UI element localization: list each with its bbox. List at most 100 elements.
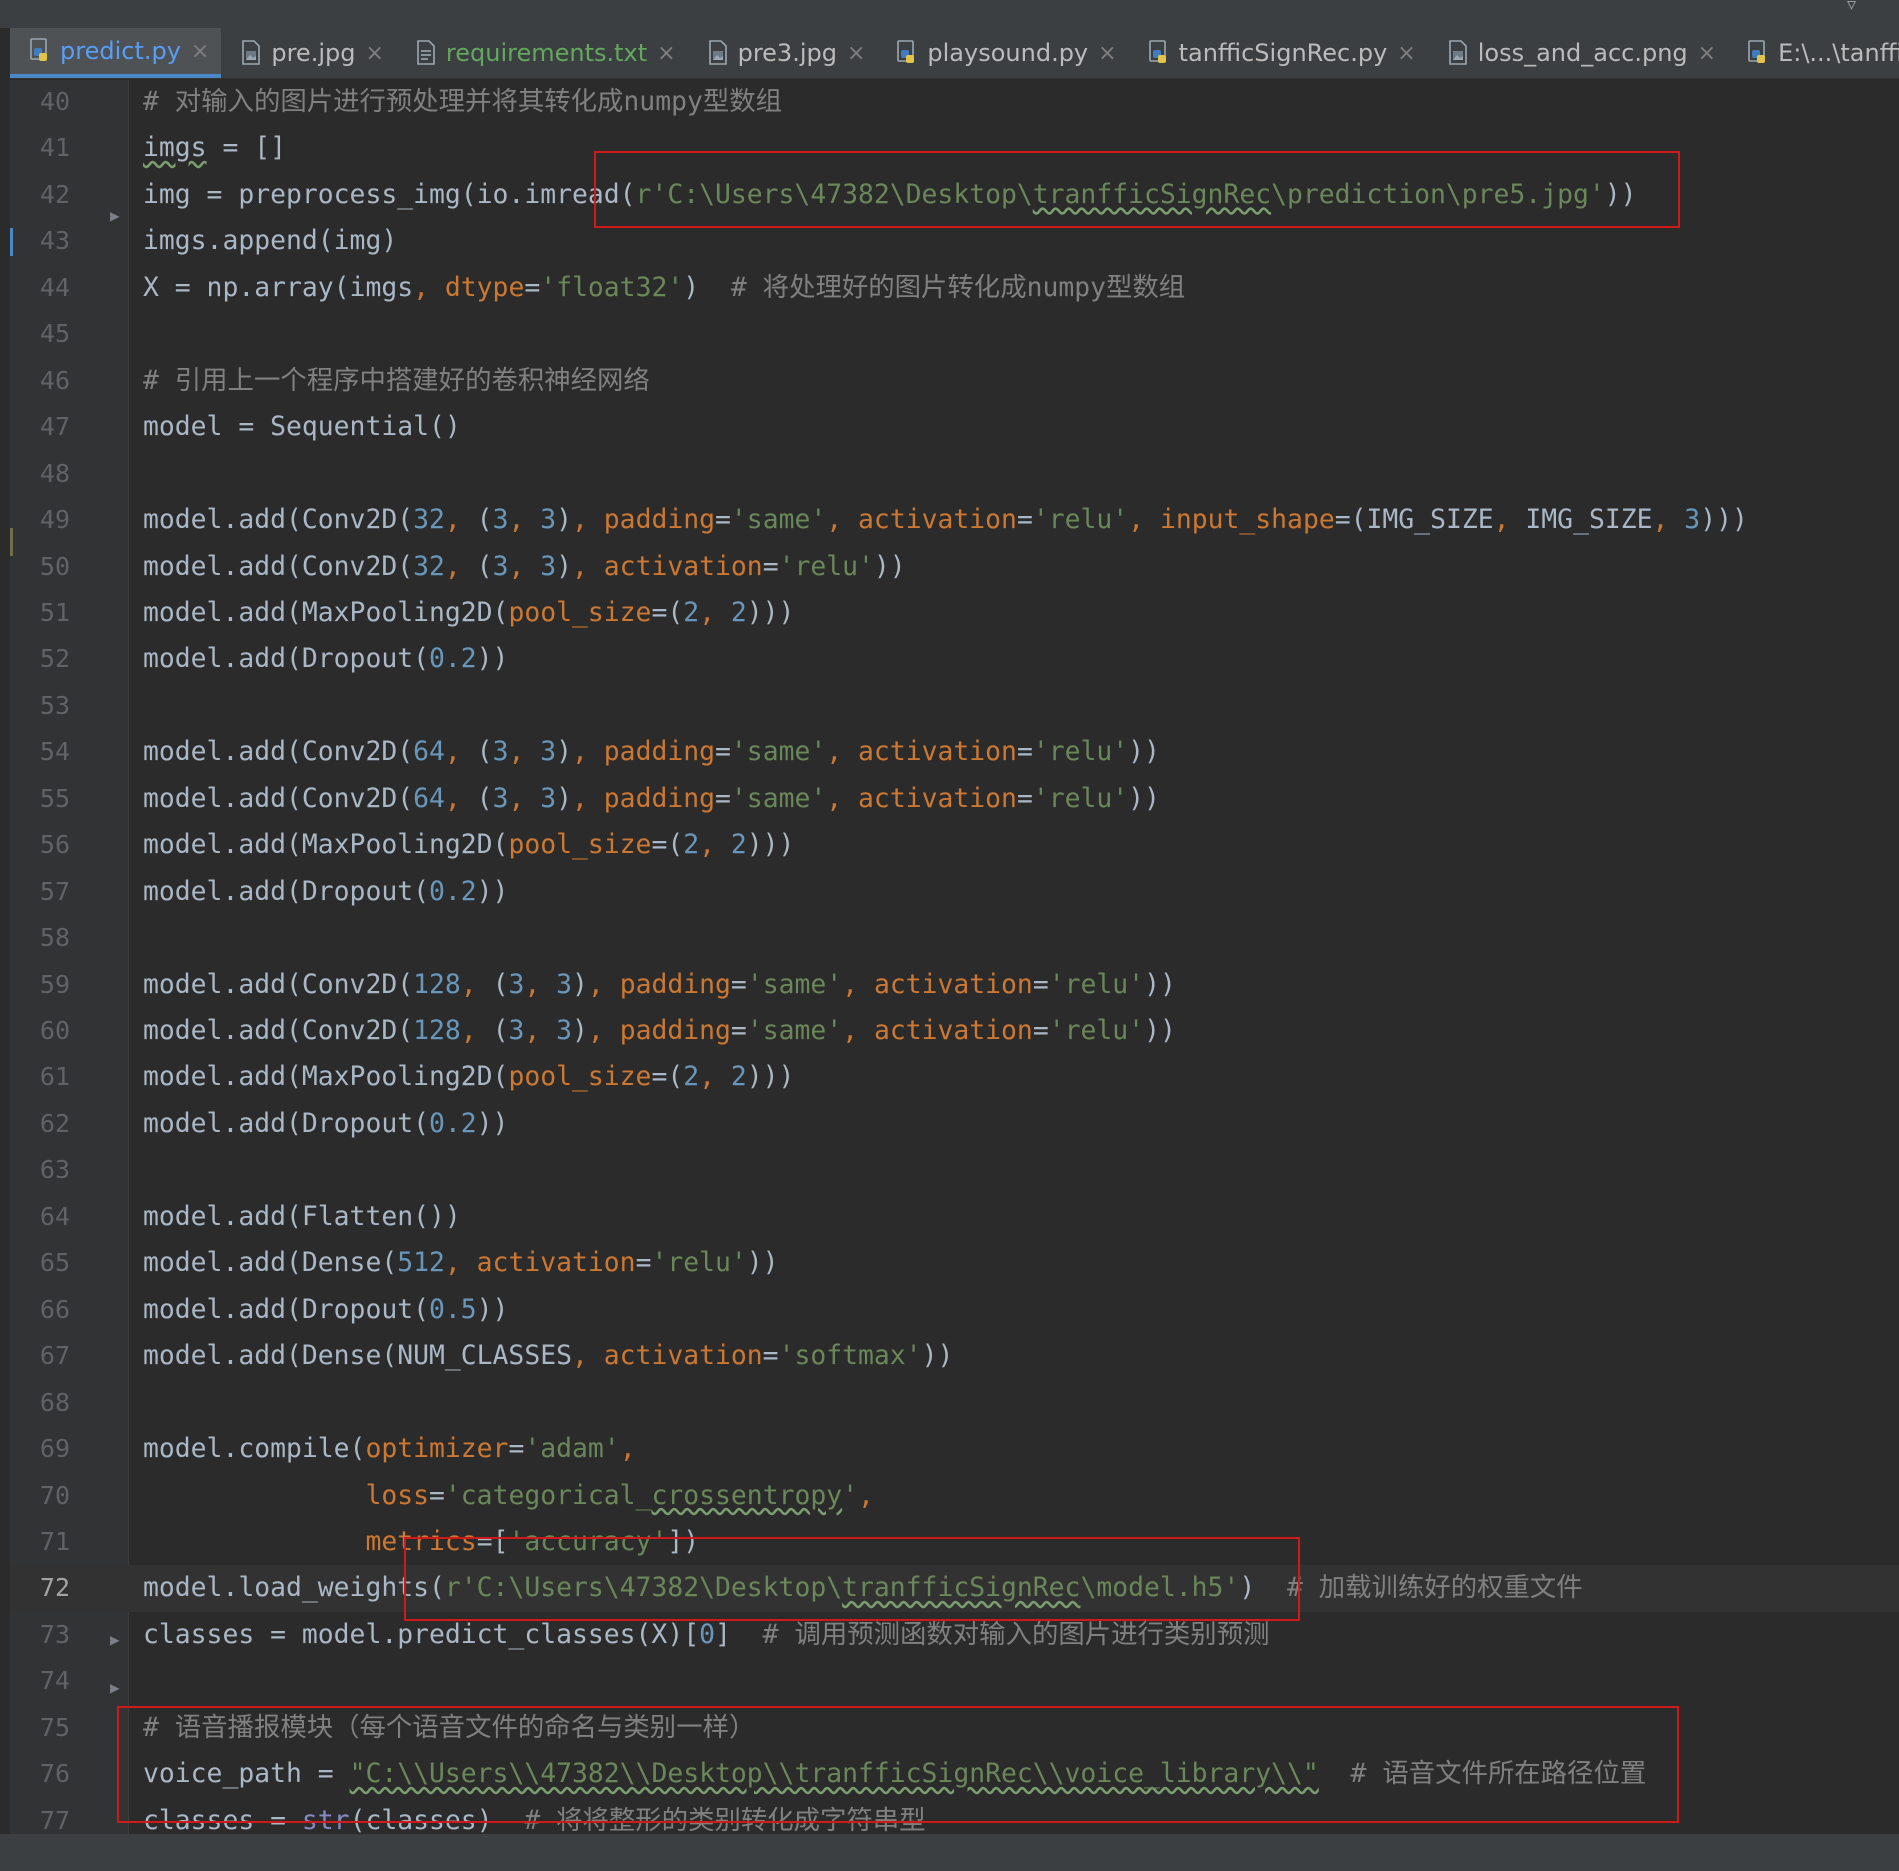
code-line[interactable]: 69 model.compile(optimizer='adam', (10, 1426, 1899, 1472)
code-text[interactable]: model.add(Conv2D(32, (3, 3), padding='sa… (143, 497, 1748, 543)
line-number: 63 (39, 1155, 70, 1185)
code-line[interactable]: 60 model.add(Conv2D(128, (3, 3), padding=… (10, 1008, 1899, 1054)
code-text[interactable]: model.add(Dense(512, activation='relu')) (143, 1240, 779, 1286)
code-token: ))) (746, 596, 795, 628)
code-line[interactable]: 70 loss='categorical_crossentropy', (10, 1473, 1899, 1519)
code-line[interactable]: 77 classes = str(classes) # 将将整形的类别转化成字符串… (10, 1798, 1899, 1834)
code-text[interactable]: model.add(Flatten()) (143, 1194, 461, 1240)
close-icon[interactable]: × (191, 39, 209, 64)
tab-e-tanfficsignrec-py[interactable]: E:\...\tanfficSignRec.py× (1728, 28, 1899, 78)
tab-loss-and-acc-png[interactable]: loss_and_acc.png × (1428, 28, 1728, 78)
code-line[interactable]: 66 model.add(Dropout(0.5)) (10, 1287, 1899, 1333)
code-token: dtype (444, 271, 525, 303)
close-icon[interactable]: × (365, 41, 383, 66)
code-text[interactable]: model.add(Conv2D(64, (3, 3), padding='sa… (143, 729, 1160, 775)
code-token: = (730, 1015, 747, 1046)
tab-requirements-txt[interactable]: requirements.txt × (396, 28, 688, 78)
code-line[interactable]: 52 model.add(Dropout(0.2)) (10, 636, 1899, 682)
code-text[interactable]: model.add(Conv2D(64, (3, 3), padding='sa… (143, 776, 1160, 822)
code-text[interactable]: X = np.array(imgs, dtype='float32') # 将处… (143, 265, 1185, 311)
code-line[interactable]: 54 model.add(Conv2D(64, (3, 3), padding='… (10, 729, 1899, 775)
tab-tanfficsignrec-py[interactable]: tanfficSignRec.py × (1129, 28, 1428, 78)
close-icon[interactable]: × (657, 41, 675, 66)
code-text[interactable]: classes = model.predict_classes(X)[0] # … (143, 1612, 1269, 1658)
code-line[interactable]: 49 model.add(Conv2D(32, (3, 3), padding='… (10, 497, 1899, 543)
code-text[interactable]: voice_path = "C:\\Users\\47382\\Desktop\… (143, 1751, 1646, 1797)
code-text[interactable]: model.add(Dropout(0.2)) (143, 1101, 508, 1147)
code-line[interactable]: 44 X = np.array(imgs, dtype='float32') # … (10, 265, 1899, 311)
code-line[interactable]: 48 (10, 451, 1899, 497)
code-token: model.load_weights( (143, 1572, 445, 1604)
code-line[interactable]: 47 model = Sequential() (10, 404, 1899, 450)
code-token: 'relu' (1032, 736, 1129, 768)
code-line[interactable]: 74 (10, 1658, 1899, 1704)
code-line[interactable]: 71 metrics=['accuracy']) (10, 1519, 1899, 1565)
code-line[interactable]: 43 imgs.append(img) (10, 218, 1899, 264)
code-text[interactable]: classes = str(classes) # 将将整形的类别转化成字符串型 (143, 1798, 926, 1834)
code-text[interactable]: model.add(Dropout(0.5)) (143, 1287, 508, 1333)
code-line[interactable]: 72 model.load_weights(r'C:\Users\47382\De… (10, 1565, 1899, 1612)
code-text[interactable]: model.add(Conv2D(128, (3, 3), padding='s… (143, 962, 1176, 1008)
code-line[interactable]: 53 (10, 683, 1899, 729)
line-number: 41 (39, 133, 70, 163)
code-text[interactable]: loss='categorical_crossentropy', (143, 1473, 873, 1519)
code-line[interactable]: 64 model.add(Flatten()) (10, 1194, 1899, 1240)
close-icon[interactable]: × (1098, 41, 1116, 66)
code-text[interactable]: model.add(Dense(NUM_CLASSES, activation=… (143, 1333, 953, 1379)
close-icon[interactable]: × (1397, 41, 1415, 66)
code-token: )) (746, 1247, 779, 1279)
code-editor[interactable]: ▶ ▶ ▶ 40 # 对输入的图片进行预处理并将其转化成numpy型数组 41 img… (10, 80, 1899, 1834)
code-text[interactable]: model.add(Conv2D(128, (3, 3), padding='s… (143, 1008, 1176, 1054)
close-icon[interactable]: × (847, 41, 865, 66)
code-line[interactable]: 42 img = preprocess_img(io.imread(r'C:\Us… (10, 172, 1899, 218)
code-token: 3 (508, 1015, 525, 1046)
code-line[interactable]: 46 # 引用上一个程序中搭建好的卷积神经网络 (10, 358, 1899, 404)
code-token: 2 (683, 829, 700, 861)
code-line[interactable]: 58 (10, 915, 1899, 961)
code-line[interactable]: 65 model.add(Dense(512, activation='relu'… (10, 1240, 1899, 1286)
code-text[interactable]: imgs.append(img) (143, 218, 397, 264)
code-line[interactable]: 51 model.add(MaxPooling2D(pool_size=(2, 2… (10, 590, 1899, 636)
code-text[interactable]: # 对输入的图片进行预处理并将其转化成numpy型数组 (143, 80, 782, 125)
code-token: ) (572, 968, 588, 1000)
user-icon[interactable]: ▿ (1847, 0, 1887, 14)
code-text[interactable]: model.add(MaxPooling2D(pool_size=(2, 2))… (143, 1054, 794, 1100)
code-text[interactable]: model.compile(optimizer='adam', (143, 1426, 636, 1472)
code-line[interactable]: 41 imgs = [] (10, 125, 1899, 171)
code-line[interactable]: 57 model.add(Dropout(0.2)) (10, 869, 1899, 915)
code-text[interactable]: model.add(Conv2D(32, (3, 3), activation=… (143, 544, 906, 590)
code-line[interactable]: 75 # 语音播报模块（每个语音文件的命名与类别一样） (10, 1705, 1899, 1751)
code-line[interactable]: 63 (10, 1147, 1899, 1193)
code-line[interactable]: 73 classes = model.predict_classes(X)[0] … (10, 1612, 1899, 1658)
tab-playsound-py[interactable]: playsound.py × (877, 28, 1128, 78)
code-text[interactable]: metrics=['accuracy']) (143, 1519, 699, 1565)
code-text[interactable]: model = Sequential() (143, 404, 461, 450)
tab-pre3-jpg[interactable]: pre3.jpg × (688, 28, 878, 78)
code-text[interactable]: model.add(MaxPooling2D(pool_size=(2, 2))… (143, 590, 794, 636)
code-token: model.add(Dense( (143, 1247, 398, 1279)
code-line[interactable]: 50 model.add(Conv2D(32, (3, 3), activatio… (10, 544, 1899, 590)
tab-pre-jpg[interactable]: pre.jpg × (221, 28, 396, 78)
code-line[interactable]: 55 model.add(Conv2D(64, (3, 3), padding='… (10, 776, 1899, 822)
code-token: 3 (540, 504, 557, 536)
code-line[interactable]: 68 (10, 1380, 1899, 1426)
code-text[interactable]: # 语音播报模块（每个语音文件的命名与类别一样） (143, 1705, 755, 1751)
code-line[interactable]: 67 model.add(Dense(NUM_CLASSES, activatio… (10, 1333, 1899, 1379)
code-text[interactable]: model.add(Dropout(0.2)) (143, 636, 508, 682)
code-line[interactable]: 76 voice_path = "C:\\Users\\47382\\Deskto… (10, 1751, 1899, 1797)
code-text[interactable]: model.add(Dropout(0.2)) (143, 869, 508, 915)
code-token: input_shape (1159, 504, 1335, 536)
tab-predict-py[interactable]: predict.py × (10, 28, 222, 78)
code-text[interactable]: imgs = [] (143, 125, 286, 171)
code-text[interactable]: # 引用上一个程序中搭建好的卷积神经网络 (143, 358, 650, 404)
code-text[interactable]: model.load_weights(r'C:\Users\47382\Desk… (143, 1565, 1583, 1611)
code-line[interactable]: 56 model.add(MaxPooling2D(pool_size=(2, 2… (10, 822, 1899, 868)
code-text[interactable]: model.add(MaxPooling2D(pool_size=(2, 2))… (143, 822, 794, 868)
close-icon[interactable]: × (1698, 41, 1716, 66)
code-text[interactable]: img = preprocess_img(io.imread(r'C:\User… (143, 172, 1637, 218)
code-line[interactable]: 40 # 对输入的图片进行预处理并将其转化成numpy型数组 (10, 80, 1899, 125)
code-line[interactable]: 59 model.add(Conv2D(128, (3, 3), padding=… (10, 962, 1899, 1008)
code-line[interactable]: 61 model.add(MaxPooling2D(pool_size=(2, 2… (10, 1054, 1899, 1100)
code-line[interactable]: 62 model.add(Dropout(0.2)) (10, 1101, 1899, 1147)
code-line[interactable]: 45 (10, 311, 1899, 357)
